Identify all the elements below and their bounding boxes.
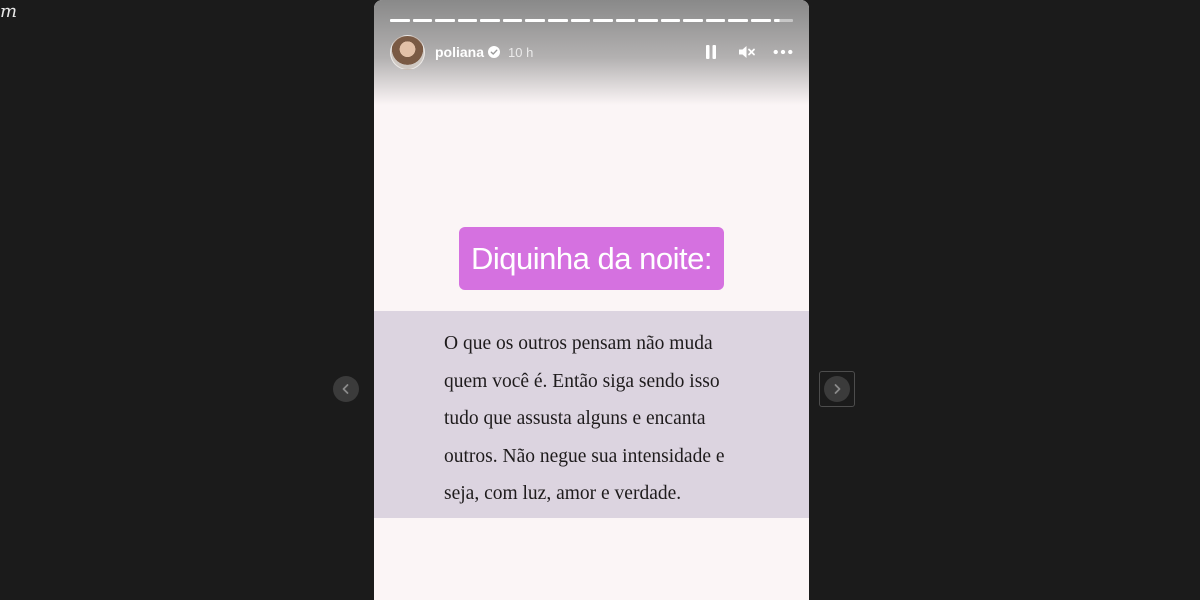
- pause-button[interactable]: [701, 42, 721, 62]
- quote-line: O que os outros pensam não muda: [444, 333, 713, 354]
- progress-segment: [728, 19, 748, 22]
- quote-line: outros. Não negue sua intensidade e: [444, 445, 725, 467]
- more-options-icon: [773, 49, 793, 55]
- more-options-button[interactable]: [773, 42, 793, 62]
- quote-line: seja, com luz, amor e verdade.: [444, 483, 682, 504]
- progress-segment: [570, 19, 591, 22]
- progress-segment: [705, 19, 726, 22]
- progress-segment: [480, 19, 500, 22]
- progress-segment: [773, 19, 794, 22]
- progress-segment: [412, 19, 433, 22]
- progress-segment: [593, 19, 613, 22]
- username-link[interactable]: poliana: [435, 44, 484, 60]
- story-progress-bar: [390, 19, 794, 22]
- quote-image: O que os outros pensam não muda quem voc…: [374, 311, 809, 518]
- verified-badge-icon: [488, 46, 501, 58]
- previous-story-button[interactable]: [333, 376, 359, 402]
- instagram-logo-fragment[interactable]: m: [0, 2, 17, 22]
- story-viewer: m poliana 10 h Diquinha da noite: O que …: [0, 0, 1200, 600]
- story-card[interactable]: poliana 10 h Diquinha da noite: O que os…: [374, 0, 809, 600]
- story-actions: [701, 42, 793, 62]
- progress-segment: [547, 19, 568, 22]
- next-story-button[interactable]: [824, 376, 850, 402]
- story-header: poliana 10 h: [390, 34, 793, 70]
- progress-segment: [502, 19, 523, 22]
- next-story-frame: [819, 371, 855, 407]
- story-timestamp: 10 h: [508, 44, 534, 60]
- progress-segment: [751, 19, 771, 22]
- chevron-left-icon: [342, 384, 349, 394]
- quote-line: quem você é. Então siga sendo isso: [444, 370, 720, 392]
- mute-icon: [739, 46, 755, 58]
- progress-segment: [525, 19, 545, 22]
- quote-text: O que os outros pensam não muda quem voc…: [444, 325, 774, 513]
- progress-segment: [435, 19, 455, 22]
- progress-segment: [638, 19, 658, 22]
- mute-button[interactable]: [737, 42, 757, 62]
- chevron-right-icon: [834, 384, 841, 394]
- avatar[interactable]: [390, 34, 425, 70]
- progress-segment: [660, 19, 681, 22]
- story-headline-sticker: Diquinha da noite:: [459, 227, 724, 290]
- pause-icon: [706, 45, 716, 59]
- quote-line: tudo que assusta alguns e encanta: [444, 408, 706, 429]
- progress-segment: [457, 19, 478, 22]
- progress-segment: [683, 19, 703, 22]
- progress-segment: [615, 19, 636, 22]
- progress-segment: [390, 19, 410, 22]
